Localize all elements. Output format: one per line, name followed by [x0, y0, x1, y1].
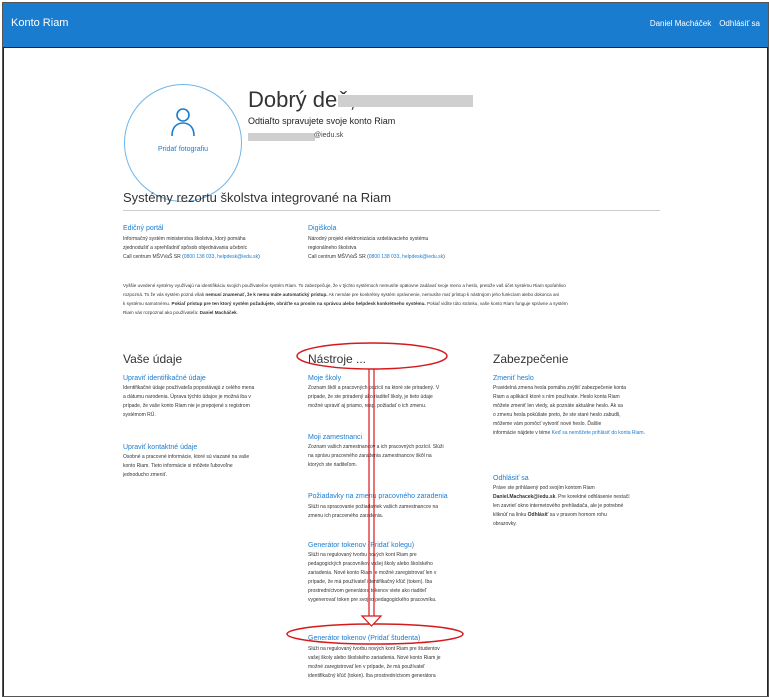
redacted-name: [338, 95, 473, 107]
token-generator-student-link[interactable]: Generátor tokenov (Pridať študenta): [308, 635, 420, 642]
edicny-portal-link[interactable]: Edičný portál: [123, 225, 163, 232]
moji-zamestnanci-description: Zoznam vašich zamestnancov a ich pracovn…: [308, 444, 444, 468]
logout-section-link[interactable]: Odhlásiť sa: [493, 475, 529, 482]
poziadavky-description: Slúži na spracovanie požiadaviek vašich …: [308, 504, 439, 519]
email-suffix: @iedu.sk: [314, 132, 344, 139]
digiskola-link[interactable]: Digiškola: [308, 225, 336, 232]
moji-zamestnanci-link[interactable]: Moji zamestnanci: [308, 434, 362, 441]
edicny-helpdesk-link[interactable]: 0800 138 033, helpdesk@iedu.sk: [184, 254, 258, 260]
edit-identity-link[interactable]: Upraviť identifikačné údaje: [123, 375, 206, 382]
brand-title[interactable]: Konto Riam: [11, 17, 68, 29]
moje-skoly-description: Zoznam škôl a pracovných pozícií na ktor…: [308, 385, 440, 409]
add-photo-button[interactable]: Pridať fotografiu: [124, 84, 242, 202]
systems-note: Vyššie uvedené systémy využívajú na iden…: [123, 283, 568, 315]
add-photo-label: Pridať fotografiu: [157, 146, 209, 153]
top-nav-links: Daniel Macháček Odhlásiť sa: [650, 19, 768, 28]
profile-subtitle: Odtiaľto spravujete svoje konto Riam: [248, 116, 396, 126]
poziadavky-link[interactable]: Požiadavky na zmenu pracovného zaradenia: [308, 493, 448, 500]
top-navigation-bar: Konto Riam Daniel Macháček Odhlásiť sa: [3, 3, 768, 47]
edit-contact-link[interactable]: Upraviť kontaktné údaje: [123, 444, 197, 451]
edicny-portal-description: Informačný systém ministerstva školstva,…: [123, 236, 260, 260]
token-generator-student-description: Slúži na regulovaný tvorbu nových kont R…: [308, 646, 441, 679]
redacted-email: [248, 133, 315, 141]
moje-skoly-link[interactable]: Moje školy: [308, 375, 341, 382]
vase-udaje-title: Vaše údaje: [123, 352, 183, 366]
digiskola-description: Národný projekt elektronizácia vzdelávac…: [308, 236, 445, 260]
browser-frame: Konto Riam Daniel Macháček Odhlásiť sa Pr…: [2, 2, 769, 697]
digiskola-helpdesk-link[interactable]: 0800 138 033, helpdesk@iedu.sk: [369, 254, 443, 260]
systems-section-title: Systémy rezortu školstva integrované na …: [123, 190, 392, 205]
edit-contact-description: Osobné a pracovné informácie, ktoré sú v…: [123, 454, 250, 478]
token-generator-colleague-link[interactable]: Generátor tokenov (Pridať kolegu): [308, 542, 414, 549]
logout-description: Práve ste prihlásený pod svojím kontom R…: [493, 485, 630, 527]
user-name-link[interactable]: Daniel Macháček: [650, 19, 711, 28]
token-generator-colleague-description: Slúži na regulovaný tvorbu nových kont R…: [308, 552, 437, 603]
zabezpecenie-title: Zabezpečenie: [493, 352, 569, 366]
nastroje-title: Nástroje ...: [308, 352, 367, 366]
logout-link[interactable]: Odhlásiť sa: [719, 19, 760, 28]
systems-divider: [123, 210, 660, 211]
cannot-login-link[interactable]: Keď sa nemôžete prihlásiť do konta Riam: [552, 430, 644, 436]
edit-identity-description: Identifikačné údaje používateľa popostáv…: [123, 385, 255, 418]
change-password-description: Pravidelná zmena hesla pomáha zvýšiť zab…: [493, 385, 645, 436]
change-password-link[interactable]: Zmeniť heslo: [493, 375, 534, 382]
user-icon: [171, 108, 195, 137]
